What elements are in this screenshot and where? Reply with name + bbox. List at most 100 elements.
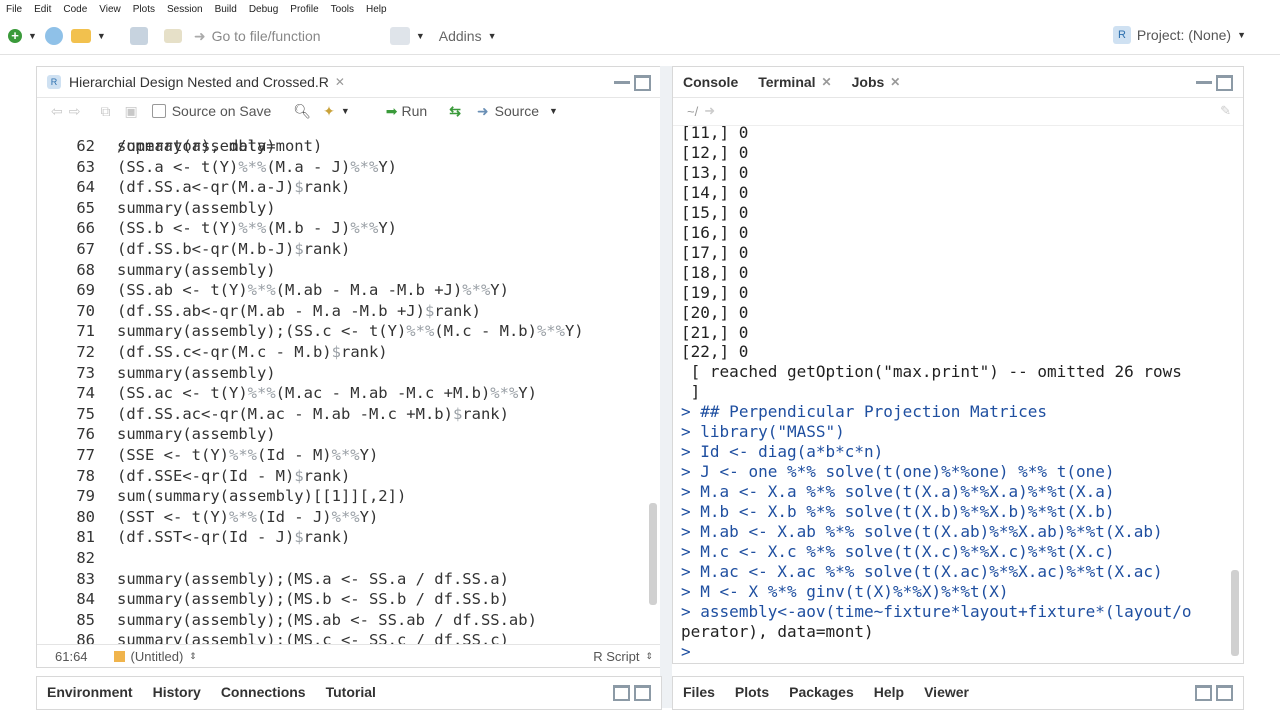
console-scrollbar[interactable] (1231, 570, 1239, 656)
chevron-down-icon[interactable]: ▼ (341, 106, 350, 116)
console-line: perator), data=mont) (681, 622, 874, 642)
tab-jobs-label: Jobs (851, 74, 885, 90)
pane-splitter[interactable] (660, 66, 672, 708)
code-text: summary(assembly);(MS.b <- SS.b / df.SS.… (117, 590, 509, 609)
scope-selector[interactable]: (Untitled) (131, 649, 184, 664)
new-project-button[interactable] (44, 27, 63, 45)
console-prompt: > (681, 442, 691, 462)
tab-packages[interactable]: Packages (779, 677, 864, 707)
console-text: assembly<-aov(time~fixture*layout+fixtur… (700, 601, 1192, 621)
save-button[interactable] (129, 27, 148, 45)
source-button[interactable]: ➜ Source ▼ (477, 103, 558, 120)
restore-icon[interactable] (613, 685, 630, 701)
console-line: [20,] 0 (681, 303, 748, 323)
menu-item-profile[interactable]: Profile (284, 4, 324, 15)
line-number: 67 (76, 240, 95, 258)
code-text: (SS.ab <- t(Y)%*%(M.ab - M.a -M.b +J)%*%… (117, 281, 509, 300)
console-text: ## Perpendicular Projection Matrices (700, 402, 1048, 422)
console-text: library("MASS") (700, 422, 845, 442)
code-text: (df.SS.b<-qr(M.b-J)$rank) (117, 240, 351, 258)
editor-tab[interactable]: R Hierarchial Design Nested and Crossed.… (37, 67, 355, 97)
line-number: 70 (76, 301, 95, 320)
console-text: M.b <- X.b %*% solve(t(X.b)%*%X.b)%*%t(X… (700, 502, 1115, 522)
tab-history[interactable]: History (143, 677, 211, 707)
restore-icon[interactable] (1195, 685, 1212, 701)
code-area[interactable]: /operator), data=mont) 62 summary(assembl… (37, 125, 661, 645)
menu-item-debug[interactable]: Debug (243, 4, 284, 15)
minimize-icon[interactable] (1196, 75, 1212, 84)
maximize-icon[interactable] (1216, 685, 1233, 701)
editor-scrollbar[interactable] (649, 503, 657, 605)
tab-console[interactable]: Console (673, 67, 748, 97)
console-line: [13,] 0 (681, 163, 748, 183)
console-prompt: > (681, 482, 691, 502)
back-arrow-icon[interactable]: ⇦ (51, 103, 63, 120)
save-icon[interactable]: ▣ (124, 103, 137, 120)
console-line: [11,] 0 (681, 125, 748, 143)
rerun-button[interactable]: ⇆ (449, 103, 461, 120)
workspace-panes-button[interactable]: ▼ (389, 27, 425, 45)
console-line: > J <- one %*% solve(t(one)%*%one) %*% t… (681, 462, 1115, 482)
forward-arrow-icon[interactable]: ⇨ (69, 103, 81, 120)
close-icon[interactable]: ✕ (890, 75, 900, 89)
menu-item-edit[interactable]: Edit (28, 4, 57, 15)
menu-item-session[interactable]: Session (161, 4, 209, 15)
line-number: 83 (76, 569, 95, 588)
menu-item-tools[interactable]: Tools (325, 4, 360, 15)
open-file-button[interactable]: ▼ (70, 29, 106, 43)
go-to-directory-icon[interactable]: ➜ (704, 103, 715, 119)
console-line: [12,] 0 (681, 143, 748, 163)
menu-item-view[interactable]: View (93, 4, 127, 15)
console-prompt: > (681, 561, 691, 581)
menu-item-file[interactable]: File (0, 4, 28, 15)
magic-wand-icon[interactable]: ✦ (323, 103, 335, 120)
line-number: 75 (76, 404, 95, 423)
tab-jobs[interactable]: Jobs ✕ (842, 67, 911, 97)
show-in-window-icon[interactable]: ⧉ (100, 103, 110, 120)
line-number: 73 (76, 363, 95, 382)
code-text: summary(assembly);(MS.c <- SS.c / df.SS.… (117, 631, 509, 645)
tab-viewer[interactable]: Viewer (914, 677, 979, 707)
maximize-icon[interactable] (634, 75, 651, 91)
goto-file-function[interactable]: ➜ Go to file/function (194, 25, 366, 47)
tab-files[interactable]: Files (673, 677, 725, 707)
run-button[interactable]: ➡ Run (386, 103, 427, 120)
console-prompt: > (681, 422, 691, 442)
tab-environment[interactable]: Environment (37, 677, 143, 707)
console-output[interactable]: [11,] 0 [12,] 0 [13,] 0 [14,] 0 [15,] 0 [16,]… (673, 125, 1243, 663)
maximize-icon[interactable] (634, 685, 651, 701)
folder-icon (70, 29, 91, 43)
clear-console-icon[interactable]: ✎ (1220, 103, 1231, 119)
console-prompt: > (681, 541, 691, 561)
tab-terminal-label: Terminal (758, 74, 816, 90)
menu-item-build[interactable]: Build (209, 4, 243, 15)
code-text: summary(assembly) (117, 198, 276, 217)
file-type-selector[interactable]: R Script (593, 649, 639, 664)
new-file-button[interactable]: + ▼ (8, 29, 37, 43)
close-icon[interactable]: ✕ (822, 75, 832, 89)
print-button[interactable] (163, 29, 182, 43)
close-icon[interactable]: ✕ (335, 75, 345, 89)
arrow-right-icon: ➜ (193, 27, 206, 44)
menu-item-plots[interactable]: Plots (127, 4, 161, 15)
console-prompt: > (681, 402, 691, 422)
tab-plots[interactable]: Plots (725, 677, 779, 707)
addins-button[interactable]: Addins ▼ (439, 28, 497, 44)
tab-connections[interactable]: Connections (211, 677, 316, 707)
project-icon (44, 27, 63, 45)
line-number: 72 (76, 343, 95, 361)
tab-tutorial[interactable]: Tutorial (316, 677, 386, 707)
console-text: perator), data=mont) (681, 621, 874, 641)
line-number: 77 (76, 446, 95, 464)
tab-terminal[interactable]: Terminal ✕ (748, 67, 841, 97)
project-menu[interactable]: R Project: (None) ▼ (1112, 26, 1246, 44)
minimize-icon[interactable] (614, 75, 630, 84)
source-on-save-checkbox[interactable] (151, 104, 166, 118)
search-icon[interactable]: 🔍︎ (293, 103, 311, 120)
plus-icon: + (8, 29, 22, 43)
tab-help[interactable]: Help (864, 677, 914, 707)
maximize-icon[interactable] (1216, 75, 1233, 91)
menu-item-code[interactable]: Code (57, 4, 93, 15)
menu-item-help[interactable]: Help (360, 4, 393, 15)
console-prompt: > (681, 601, 691, 621)
